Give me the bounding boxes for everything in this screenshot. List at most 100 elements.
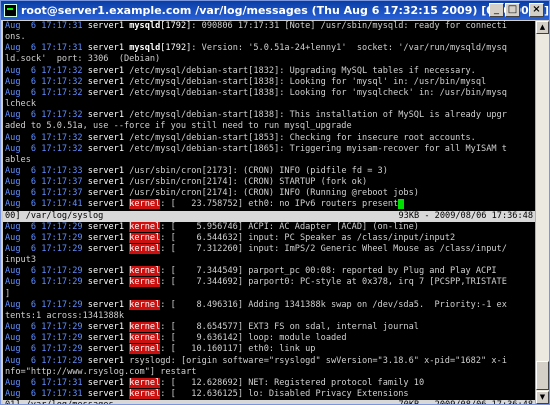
log-segment: /etc/mysql/debian-start[1865]: Triggerin…	[129, 143, 507, 154]
minimize-button[interactable]: _	[489, 3, 504, 17]
log-segment: Aug 6 17:17:29	[5, 344, 88, 355]
log-segment: kernel	[129, 299, 161, 310]
title-bar[interactable]: root@server1.example.com /var/log/messag…	[1, 1, 549, 20]
log-line: Aug 6 17:17:32 server1 /etc/mysql/debian…	[5, 110, 507, 121]
log-segment: Aug 6 17:17:33	[5, 165, 88, 176]
log-segment: ]	[5, 288, 11, 299]
log-segment: /etc/mysql/debian-start[1832]: Upgrading…	[129, 65, 476, 76]
log-segment: kernel	[129, 266, 161, 277]
log-segment: : [ 6.544632] input: PC Speaker as /clas…	[160, 232, 456, 243]
log-segment: Aug 6 17:17:37	[5, 188, 88, 199]
log-line: Aug 6 17:17:37 server1 /usr/sbin/cron[21…	[5, 177, 367, 188]
log-segment: : Version: '5.0.51a-24+lenny1' socket: '…	[191, 43, 507, 54]
log-segment: rsyslogd: [origin software="rsyslogd" sw…	[129, 355, 507, 366]
log-line: Aug 6 17:17:32 server1 /etc/mysql/debian…	[5, 88, 507, 99]
log-segment: /etc/mysql/debian-start[1838]: Looking f…	[129, 76, 487, 87]
log-segment: server1	[87, 110, 130, 121]
terminal-window: root@server1.example.com /var/log/messag…	[0, 0, 550, 405]
log-file-path: 00] /var/log/syslog	[5, 210, 104, 221]
log-segment: Aug 6 17:17:31	[5, 377, 88, 388]
log-segment: kernel	[129, 344, 161, 355]
log-segment: server1	[87, 76, 130, 87]
log-line: ons.	[5, 32, 26, 43]
log-line: Aug 6 17:17:31 server1 kernel: [ 12.6286…	[5, 377, 425, 389]
log-file-info: 93KB - 2009/08/06 17:36:48	[398, 210, 533, 221]
log-segment: Aug 6 17:17:29	[5, 299, 88, 310]
log-line: Aug 6 17:17:41 server1 kernel: [ 23.7587…	[5, 199, 405, 210]
log-line: Aug 6 17:17:29 server1 kernel: [ 7.34469…	[5, 277, 507, 288]
log-line: Aug 6 17:17:29 server1 kernel: [ 7.34454…	[5, 266, 497, 277]
log-segment: : [ 7.312260] input: ImPS/2 Generic Whee…	[160, 244, 507, 254]
terminal-output[interactable]: Aug 6 17:17:31 server1 mysqld[1792]: 090…	[3, 21, 535, 404]
log-segment: server1	[87, 143, 130, 154]
window-title: root@server1.example.com /var/log/messag…	[21, 4, 550, 17]
maximize-button[interactable]: □	[505, 3, 520, 17]
log-segment: Aug 6 17:17:29	[5, 244, 88, 254]
text-cursor	[398, 199, 405, 210]
log-segment: server1	[87, 266, 130, 277]
log-line: nfo="http://www.rsyslog.com"] restart	[5, 367, 196, 378]
scroll-up-icon[interactable]: ▲	[536, 21, 549, 34]
log-line: Aug 6 17:17:32 server1 /etc/mysql/debian…	[5, 66, 476, 77]
log-segment: Aug 6 17:17:32	[5, 87, 88, 98]
log-line: aded to 5.0.51a, use --force if you stil…	[5, 121, 352, 132]
log-segment: Aug 6 17:17:29	[5, 333, 88, 344]
log-line: Aug 6 17:17:37 server1 /usr/sbin/cron[21…	[5, 188, 419, 199]
log-segment: kernel	[129, 199, 161, 210]
log-segment: : [ 12.628692] NET: Registered protocol …	[160, 377, 425, 388]
vertical-scrollbar[interactable]: ▲ ▼	[535, 21, 549, 404]
log-segment: Aug 6 17:17:32	[5, 110, 88, 121]
log-segment: server1	[87, 277, 130, 288]
log-segment: Aug 6 17:17:29	[5, 277, 88, 288]
log-segment: server1	[87, 322, 130, 333]
log-segment: server1	[87, 388, 130, 399]
close-button[interactable]: ×	[529, 3, 544, 17]
log-segment: aded to 5.0.51a, use --force if you stil…	[5, 121, 352, 132]
log-file-path: 01] /var/log/messages	[5, 400, 114, 404]
log-segment: Aug 6 17:17:32	[5, 132, 88, 143]
log-segment: Aug 6 17:17:31	[5, 43, 88, 54]
log-file-info: 70KB - 2009/08/06 17:36:48	[398, 400, 533, 404]
log-segment: Aug 6 17:17:29	[5, 322, 88, 333]
log-segment: : [ 9.636142] loop: module loaded	[160, 333, 347, 344]
log-segment: lcheck	[5, 99, 37, 110]
status-bar-messages: 01] /var/log/messages 70KB - 2009/08/06 1…	[3, 400, 535, 404]
log-segment: : [ 23.758752] eth0: no IPv6 routers pre…	[160, 199, 399, 210]
log-segment: /etc/mysql/debian-start[1853]: Checking …	[129, 132, 476, 143]
log-segment: server1	[87, 355, 130, 366]
log-line: Aug 6 17:17:29 server1 kernel: [ 10.1601…	[5, 344, 315, 355]
log-segment: : [ 12.636125] lo: Disabled Privacy Exte…	[160, 388, 409, 399]
log-segment: server1	[87, 299, 130, 310]
log-line: Aug 6 17:17:31 server1 mysqld[1792]: 090…	[5, 21, 507, 32]
log-segment: input3	[5, 255, 37, 266]
log-segment: : [ 8.496316] Adding 1341388k swap on /d…	[160, 299, 507, 310]
log-line: Aug 6 17:17:32 server1 /etc/mysql/debian…	[5, 77, 486, 88]
log-segment: : [ 10.160117] eth0: link up	[160, 344, 316, 355]
log-segment: Aug 6 17:17:32	[5, 76, 88, 87]
log-segment: Aug 6 17:17:41	[5, 199, 88, 210]
log-segment: server1	[87, 232, 130, 243]
log-line: Aug 6 17:17:29 server1 kernel: [ 9.63614…	[5, 333, 347, 344]
log-line: Aug 6 17:17:31 server1 mysqld[1792]: Ver…	[5, 43, 507, 54]
log-line: Aug 6 17:17:29 server1 kernel: [ 6.54463…	[5, 232, 456, 244]
log-line: Aug 6 17:17:29 server1 kernel: [ 8.65457…	[5, 322, 419, 333]
scrollbar-thumb[interactable]	[536, 361, 549, 390]
log-segment: server1	[87, 177, 130, 188]
log-segment: server1	[87, 221, 130, 232]
log-segment: server1	[87, 344, 130, 355]
log-segment: Aug 6 17:17:31	[5, 21, 88, 31]
log-segment: server1	[87, 43, 130, 54]
scroll-down-icon[interactable]: ▼	[536, 391, 549, 404]
log-segment: : [ 7.344692] parport0: PC-style at 0x37…	[160, 277, 507, 288]
log-segment: ons.	[5, 32, 26, 43]
log-segment: /etc/mysql/debian-start[1838]: This inst…	[129, 110, 507, 121]
log-segment: server1	[87, 377, 130, 388]
log-segment: ables	[5, 154, 31, 165]
log-line: tents:1 across:1341388k	[5, 311, 124, 322]
log-segment: /usr/sbin/cron[2173]: (CRON) INFO (pidfi…	[129, 165, 388, 176]
log-segment: server1	[87, 65, 130, 76]
log-segment: Aug 6 17:17:31	[5, 388, 88, 399]
log-segment: /etc/mysql/debian-start[1838]: Looking f…	[129, 87, 507, 98]
log-segment: kernel	[129, 333, 161, 344]
log-line: Aug 6 17:17:32 server1 /etc/mysql/debian…	[5, 133, 476, 144]
